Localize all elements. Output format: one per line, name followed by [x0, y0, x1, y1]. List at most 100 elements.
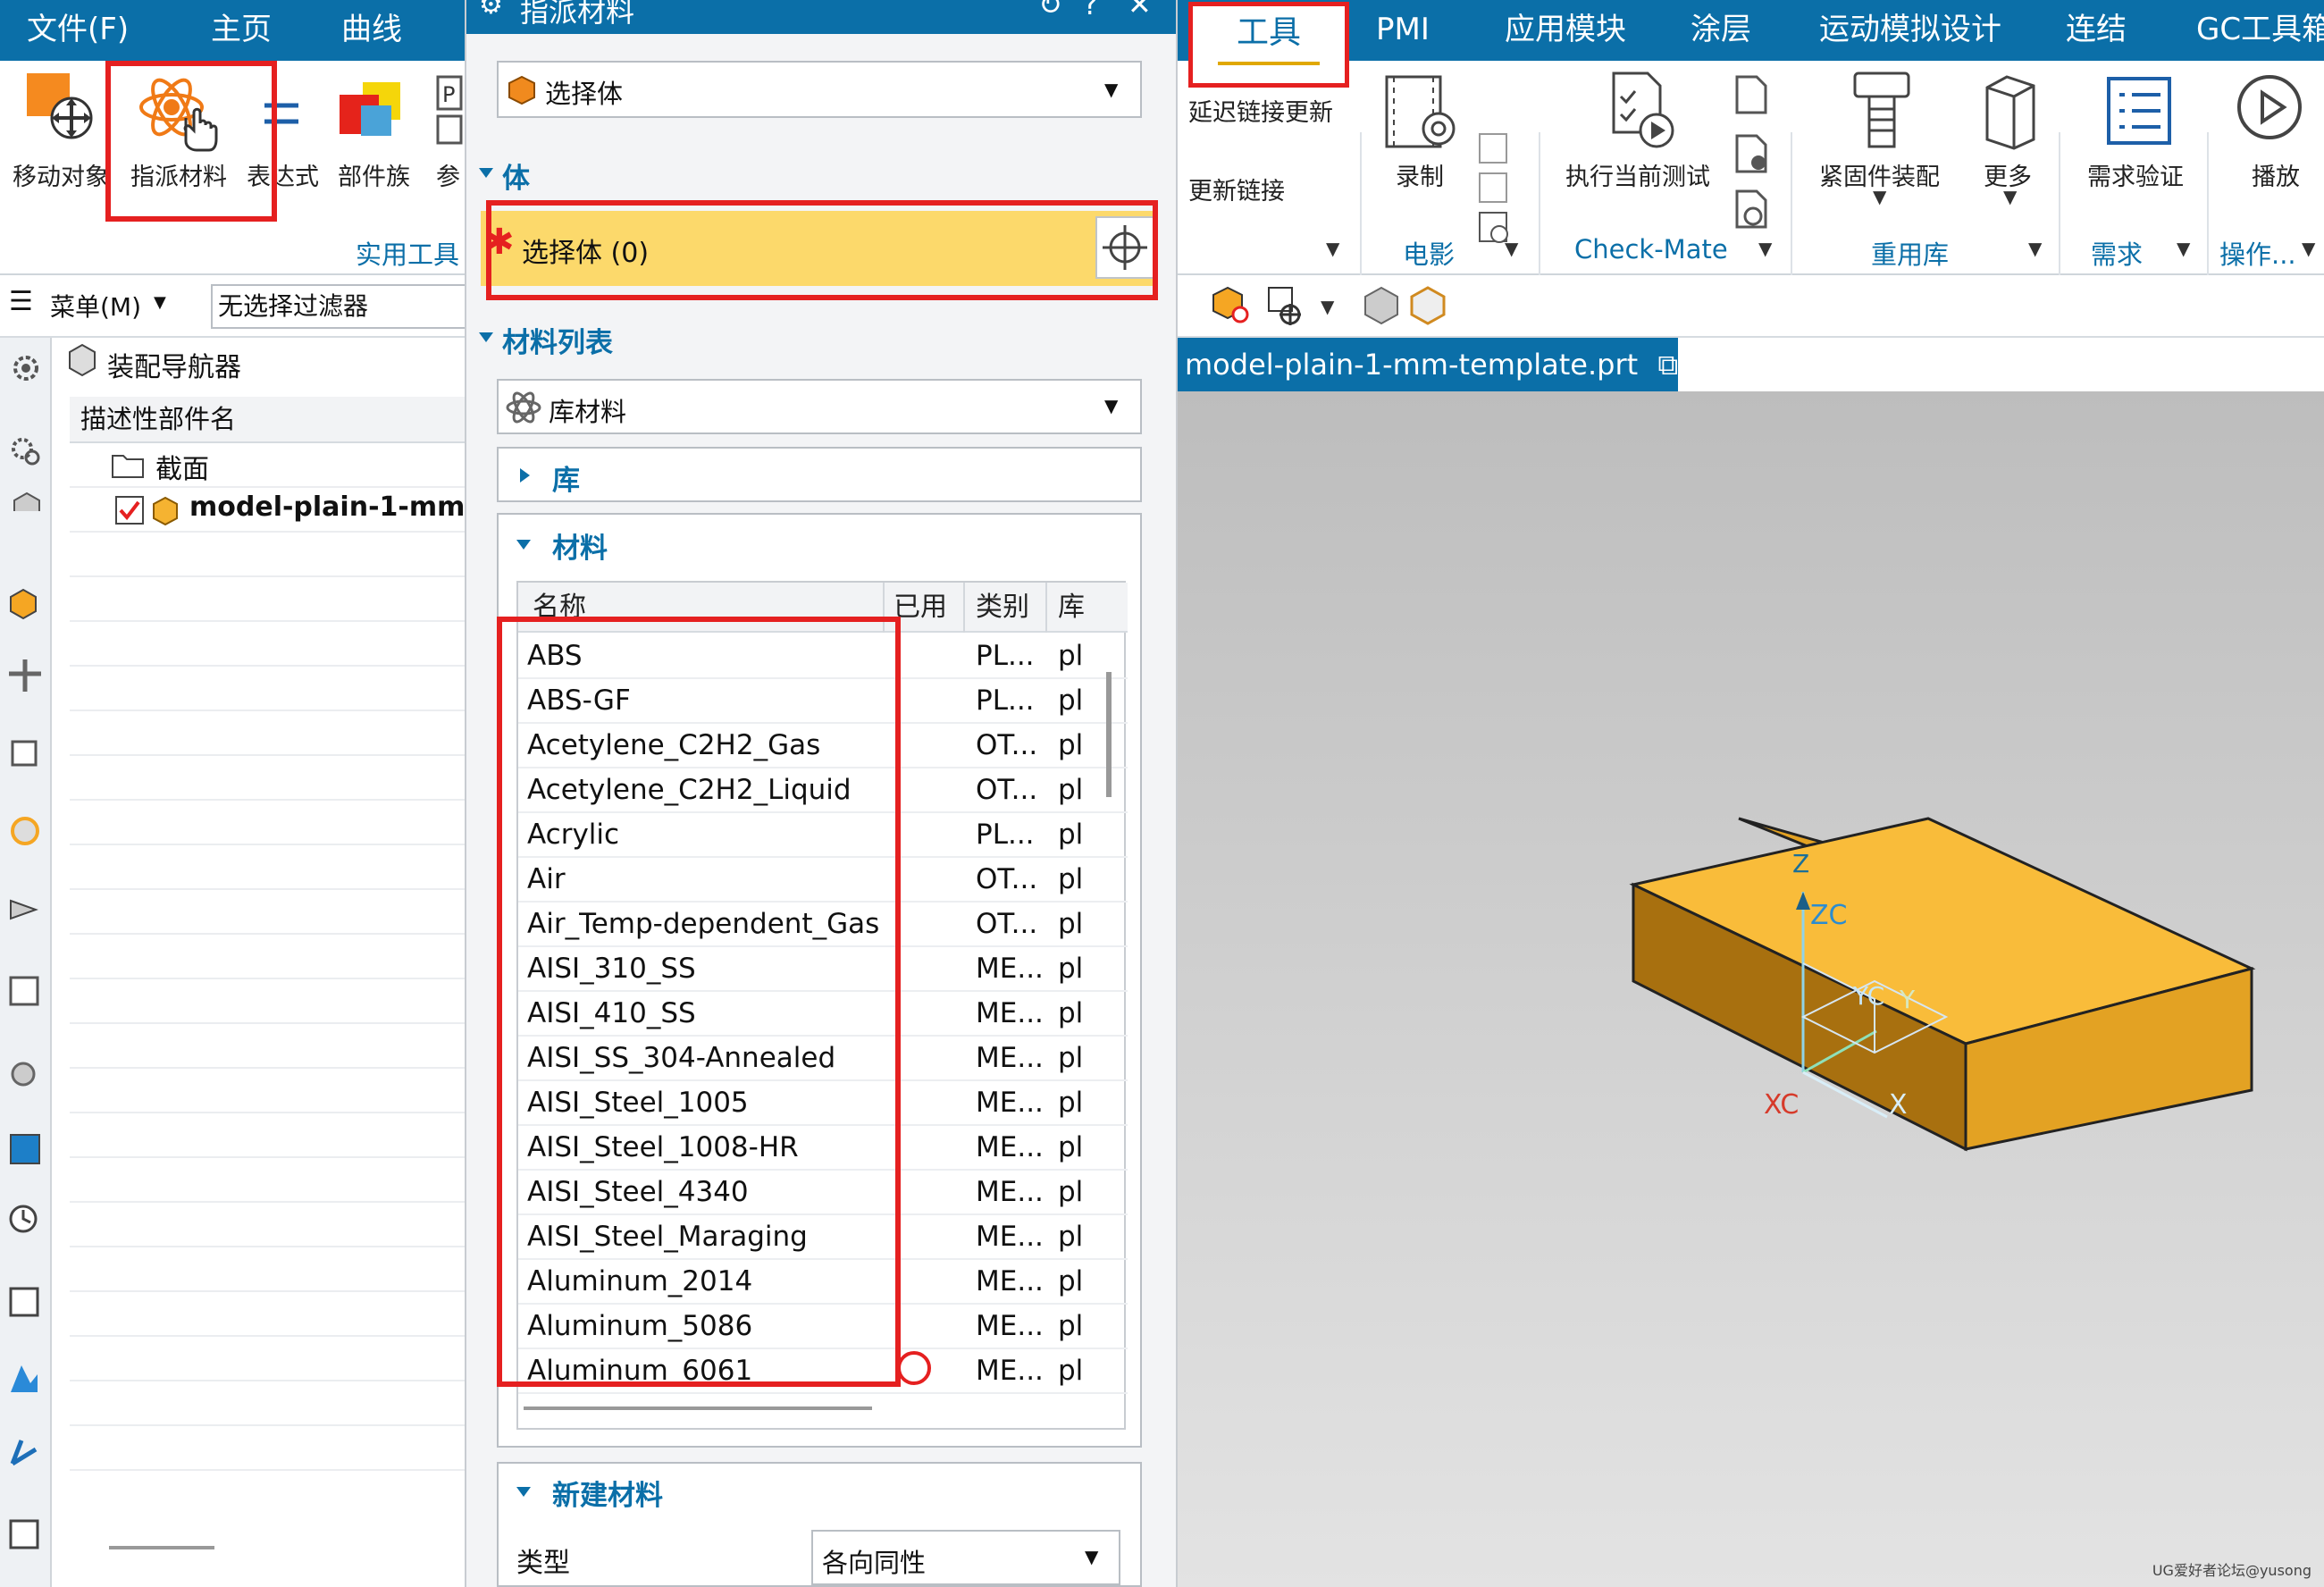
select-body-button[interactable] — [1095, 216, 1154, 279]
collapse-caret-icon[interactable] — [479, 332, 493, 342]
chevron-down-icon[interactable]: ▼ — [2003, 186, 2017, 207]
library-dropdown[interactable]: 库材料 ▼ — [497, 379, 1142, 434]
chevron-down-icon[interactable]: ▼ — [2177, 238, 2190, 259]
body-section-header[interactable]: 体 — [502, 155, 530, 196]
chevron-down-icon[interactable]: ▼ — [1873, 186, 1886, 207]
chevron-down-icon[interactable]: ▼ — [154, 293, 166, 312]
fastener-assembly-icon[interactable] — [1846, 70, 1917, 154]
record-icon[interactable] — [1383, 73, 1458, 154]
chevron-down-icon[interactable]: ▼ — [1758, 238, 1772, 259]
reference-icon[interactable]: P — [436, 75, 463, 150]
collapse-caret-icon[interactable] — [516, 540, 531, 550]
collapse-caret-icon[interactable] — [516, 1487, 531, 1497]
play-icon[interactable] — [2234, 71, 2305, 147]
movie-small-icon[interactable] — [1476, 132, 1512, 252]
tree-row — [70, 801, 465, 845]
tree-row-section[interactable]: 截面 — [70, 443, 465, 488]
reset-icon[interactable]: ↻ — [1038, 0, 1062, 21]
requirement-verification-label[interactable]: 需求验证 — [2087, 157, 2184, 192]
defer-link-update-button[interactable]: 延迟链接更新 — [1188, 93, 1333, 128]
material-row[interactable]: AISI_Steel_1005 ME... pl — [518, 1081, 1128, 1126]
tab-pmi[interactable]: PMI — [1376, 0, 1430, 61]
menu-icon[interactable]: ☰ — [9, 286, 33, 317]
part-family-icon[interactable] — [338, 79, 409, 145]
material-row[interactable]: AISI_SS_304-Annealed ME... pl — [518, 1037, 1128, 1081]
more-icon[interactable] — [1982, 73, 2039, 154]
material-row[interactable]: ABS PL... pl — [518, 634, 1128, 679]
requirement-verification-icon[interactable] — [2105, 75, 2173, 150]
material-row[interactable]: Air_Temp-dependent_Gas OT... pl — [518, 903, 1128, 947]
material-row[interactable]: Aluminum_2014 ME... pl — [518, 1260, 1128, 1305]
navigator-tool-icons[interactable] — [5, 588, 46, 1574]
material-row[interactable]: Acrylic PL... pl — [518, 813, 1128, 858]
tab-application-module[interactable]: 应用模块 — [1505, 0, 1626, 61]
tab-coating[interactable]: 涂层 — [1691, 0, 1751, 61]
material-row[interactable]: Acetylene_C2H2_Gas OT... pl — [518, 724, 1128, 768]
tab-curve[interactable]: 曲线 — [341, 0, 402, 61]
expression-icon[interactable] — [261, 100, 302, 130]
materials-section-header[interactable]: 材料 — [552, 525, 608, 566]
vertical-scrollbar[interactable] — [1106, 672, 1112, 797]
material-row[interactable]: ABS-GF PL... pl — [518, 679, 1128, 724]
material-row[interactable]: AISI_310_SS ME... pl — [518, 947, 1128, 992]
tab-motion-simulation[interactable]: 运动模拟设计 — [1819, 0, 2001, 61]
dialog-title-bar[interactable]: ⚙ 指派材料 ↻ ? ✕ — [466, 0, 1176, 34]
chevron-down-icon[interactable]: ▼ — [2028, 238, 2042, 259]
update-links-button[interactable]: 更新链接 — [1188, 172, 1285, 206]
material-row[interactable]: Acetylene_C2H2_Liquid OT... pl — [518, 768, 1128, 813]
close-tab-icon[interactable]: ✕ — [1696, 348, 1720, 382]
dialog-gear-icon[interactable]: ⚙ — [479, 0, 503, 21]
checkbox-checked-icon[interactable] — [114, 495, 145, 529]
tab-tools[interactable]: 工具 — [1188, 2, 1349, 88]
help-icon[interactable]: ? — [1083, 0, 1098, 21]
move-object-icon[interactable] — [25, 71, 93, 143]
assign-material-icon[interactable] — [134, 73, 223, 157]
horizontal-scrollbar[interactable] — [524, 1406, 872, 1410]
material-category: OT... — [976, 774, 1038, 806]
pin-icon[interactable]: ⧉ — [1657, 348, 1678, 382]
material-type-dropdown[interactable]: 各向同性 ▼ — [811, 1530, 1120, 1585]
material-row[interactable]: AISI_Steel_1008-HR ME... pl — [518, 1126, 1128, 1171]
run-current-test-label[interactable]: 执行当前测试 — [1565, 157, 1710, 192]
tab-gc-toolbox[interactable]: GC工具箱 — [2196, 0, 2324, 61]
tree-row — [70, 667, 465, 711]
selection-filter-dropdown[interactable]: 无选择过滤器 — [211, 284, 470, 329]
settings-gear-icon[interactable] — [9, 350, 43, 522]
close-icon[interactable]: ✕ — [1128, 0, 1152, 21]
check-small-icon[interactable] — [1732, 73, 1771, 247]
type-dropdown[interactable]: 选择体 ▼ — [497, 61, 1142, 118]
tab-file[interactable]: 文件(F) — [27, 0, 129, 61]
tree-row-model[interactable]: model-plain-1-mm- — [70, 488, 476, 533]
horizontal-scrollbar[interactable] — [109, 1546, 214, 1549]
document-tab[interactable]: model-plain-1-mm-template.prt ⧉ ✕ — [1178, 338, 1720, 391]
material-row[interactable]: AISI_Steel_Maraging ME... pl — [518, 1215, 1128, 1260]
material-row[interactable]: AISI_Steel_4340 ME... pl — [518, 1171, 1128, 1215]
play-label[interactable]: 播放 — [2252, 157, 2300, 192]
chevron-down-icon[interactable]: ▼ — [2302, 238, 2315, 259]
chevron-down-icon[interactable]: ▼ — [1326, 238, 1339, 259]
material-list-section-header[interactable]: 材料列表 — [502, 320, 613, 360]
new-material-section-header[interactable]: 新建材料 — [552, 1473, 663, 1513]
chevron-down-icon[interactable]: ▼ — [1505, 238, 1518, 259]
column-category[interactable]: 类别 — [965, 583, 1047, 633]
tab-home[interactable]: 主页 — [211, 0, 272, 61]
library-section[interactable]: 库 — [497, 447, 1142, 502]
select-body-tool-icon[interactable]: ▼ — [1208, 281, 1476, 334]
column-used[interactable]: 已用 — [885, 583, 965, 633]
material-row[interactable]: AISI_410_SS ME... pl — [518, 992, 1128, 1037]
material-row[interactable]: Aluminum_5086 ME... pl — [518, 1305, 1128, 1349]
tab-link[interactable]: 连结 — [2066, 0, 2127, 61]
navigator-column-header[interactable]: 描述性部件名 — [70, 397, 465, 443]
collapse-caret-icon[interactable] — [479, 168, 493, 178]
expand-caret-icon[interactable] — [520, 468, 530, 483]
column-name[interactable]: 名称 — [518, 583, 885, 633]
part-model[interactable]: Z ZC YC Y XC X — [1178, 391, 2324, 1587]
graphics-viewport[interactable]: Z ZC YC Y XC X UG爱好者论坛@yusong — [1178, 391, 2324, 1587]
column-library[interactable]: 库 — [1047, 583, 1110, 633]
run-test-icon[interactable] — [1608, 70, 1680, 154]
select-body-row[interactable]: ✱ 选择体 (0) — [481, 211, 1158, 286]
menu-button[interactable]: 菜单(M) — [50, 288, 141, 323]
assembly-navigator: 装配导航器 描述性部件名 截面 model-plain-1-mm- — [52, 338, 476, 1587]
material-row[interactable]: Air OT... pl — [518, 858, 1128, 903]
material-row[interactable]: Aluminum_6061 ME... pl — [518, 1349, 1128, 1394]
